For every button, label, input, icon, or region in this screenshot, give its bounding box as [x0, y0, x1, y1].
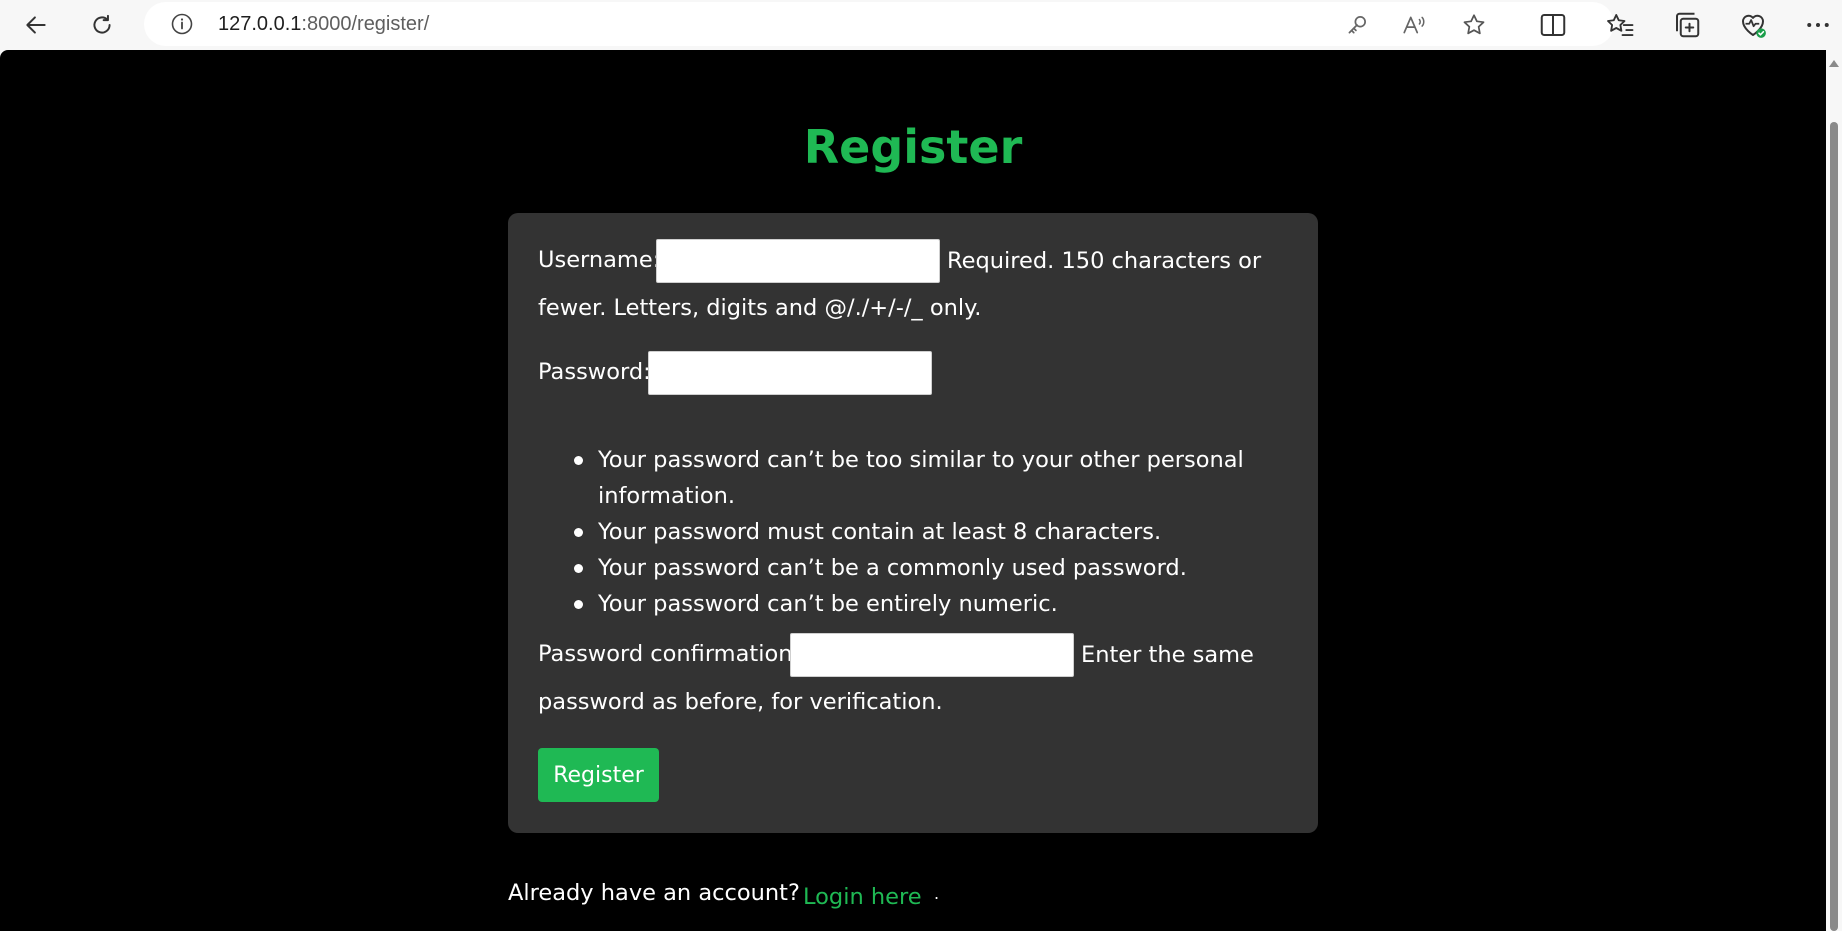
- browser-toolbar: 127.0.0.1:8000/register/: [0, 0, 1842, 50]
- password-label: Password:: [538, 359, 651, 385]
- key-icon[interactable]: [1344, 12, 1370, 38]
- username-help-text: Required. 150 characters or: [947, 248, 1262, 274]
- more-menu-icon[interactable]: [1803, 10, 1833, 40]
- list-item: Your password can’t be a commonly used p…: [568, 550, 1268, 586]
- url-path: :8000/register/: [301, 13, 430, 35]
- page-title: Register: [803, 120, 1023, 174]
- back-button[interactable]: [18, 7, 54, 43]
- vertical-scrollbar[interactable]: [1826, 50, 1842, 931]
- password-confirmation-label: Password confirmation:: [538, 641, 801, 667]
- register-form: Username: Required. 150 characters or fe…: [508, 213, 1318, 833]
- bullet-icon: [574, 456, 583, 465]
- list-item: Your password can’t be too similar to yo…: [568, 442, 1268, 478]
- password-confirmation-help-text: Enter the same: [1081, 642, 1254, 668]
- login-prompt: Already have an account?: [508, 880, 800, 906]
- password-input[interactable]: [648, 351, 932, 395]
- scroll-up-arrow-icon[interactable]: [1829, 60, 1839, 67]
- password-confirmation-help-text-continued: password as before, for verification.: [538, 689, 943, 715]
- back-arrow-icon: [26, 16, 46, 34]
- rule-text: information.: [598, 483, 736, 509]
- username-label: Username:: [538, 247, 661, 273]
- list-item: Your password can’t be entirely numeric.: [568, 586, 1268, 622]
- split-screen-icon[interactable]: [1538, 10, 1568, 40]
- rule-text: Your password must contain at least 8 ch…: [598, 519, 1162, 545]
- trailing-period: .: [934, 884, 940, 903]
- read-aloud-icon[interactable]: [1401, 12, 1427, 38]
- reload-icon: [93, 14, 111, 34]
- username-input[interactable]: [656, 239, 940, 283]
- url-host: 127.0.0.1: [218, 13, 302, 35]
- collections-icon[interactable]: [1672, 10, 1702, 40]
- page-viewport: Register Username: Required. 150 charact…: [0, 50, 1826, 931]
- list-item-continuation: information.: [568, 478, 1268, 514]
- password-rules-list: Your password can’t be too similar to yo…: [568, 442, 1268, 622]
- list-item: Your password must contain at least 8 ch…: [568, 514, 1268, 550]
- register-button[interactable]: Register: [538, 748, 659, 802]
- favorites-icon[interactable]: [1605, 10, 1635, 40]
- bullet-icon: [574, 564, 583, 573]
- browser-essentials-icon[interactable]: [1738, 10, 1768, 40]
- username-help-text-continued: fewer. Letters, digits and @/./+/-/_ onl…: [538, 295, 982, 321]
- password-confirmation-input[interactable]: [790, 633, 1074, 677]
- address-bar[interactable]: 127.0.0.1:8000/register/: [144, 2, 1614, 46]
- url-text[interactable]: 127.0.0.1:8000/register/: [218, 13, 429, 36]
- favorite-star-icon[interactable]: [1461, 12, 1487, 38]
- login-link[interactable]: Login here: [803, 884, 922, 910]
- scroll-thumb[interactable]: [1830, 122, 1838, 931]
- rule-text: Your password can’t be entirely numeric.: [598, 591, 1058, 617]
- rule-text: Your password can’t be a commonly used p…: [598, 555, 1187, 581]
- bullet-icon: [574, 528, 583, 537]
- bullet-icon: [574, 600, 583, 609]
- site-info-icon[interactable]: [170, 12, 194, 36]
- reload-button[interactable]: [84, 7, 120, 43]
- rule-text: Your password can’t be too similar to yo…: [598, 447, 1244, 473]
